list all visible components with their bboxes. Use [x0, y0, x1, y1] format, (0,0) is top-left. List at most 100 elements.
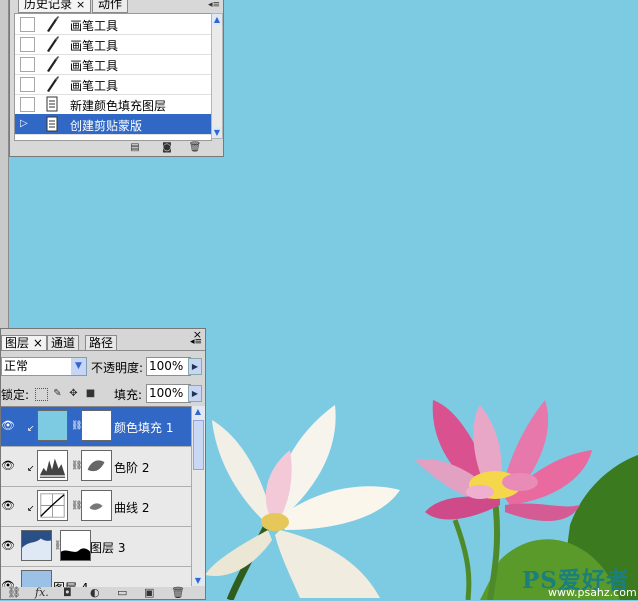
history-item[interactable]: 画笔工具: [15, 74, 211, 95]
left-panel-edge: [0, 0, 9, 330]
history-scrollbar[interactable]: ▲ ▼: [211, 13, 223, 139]
history-tabs: 历史记录 × 动作 ◂≡: [10, 0, 223, 13]
layer-name: 色阶 2: [114, 461, 150, 475]
fx-icon[interactable]: fx.: [35, 586, 49, 599]
history-item-label: 画笔工具: [70, 19, 119, 33]
new-document-from-state-icon[interactable]: ▤: [128, 142, 142, 154]
tab-close-icon[interactable]: ×: [33, 336, 43, 350]
scroll-up-icon[interactable]: ▲: [193, 406, 203, 417]
document-icon: [46, 96, 58, 112]
layer-name: 颜色填充 1: [114, 421, 174, 435]
tab-close-icon[interactable]: ×: [76, 0, 85, 11]
tab-paths-label: 路径: [89, 336, 114, 350]
document-icon: [46, 116, 58, 132]
history-item[interactable]: 新建颜色填充图层: [15, 94, 211, 115]
scroll-up-icon[interactable]: ▲: [212, 14, 222, 25]
history-item-selected[interactable]: ▷ 创建剪贴蒙版: [15, 114, 211, 135]
history-item[interactable]: 画笔工具: [15, 14, 211, 35]
tab-layers[interactable]: 图层 ×: [1, 335, 47, 350]
lock-row: 锁定: ✎ ✥ ■ 填充: 100% ▶: [1, 383, 205, 405]
eye-visibility-icon[interactable]: 👁: [1, 459, 15, 472]
scrollbar-thumb[interactable]: [193, 420, 204, 470]
history-item-label: 画笔工具: [70, 59, 119, 73]
history-panel: 历史记录 × 动作 ◂≡ 画笔工具 画笔工具 画笔工具 画笔工具 新建颜色填充图…: [9, 0, 224, 157]
layer-thumbnail: [21, 570, 52, 587]
scroll-down-icon[interactable]: ▼: [212, 127, 222, 138]
tab-actions[interactable]: 动作: [92, 0, 129, 13]
history-footer: ▤ ◙ 🗑: [10, 140, 223, 156]
brush-icon: [47, 36, 59, 52]
eye-visibility-icon[interactable]: 👁: [1, 499, 15, 512]
brush-icon: [47, 76, 59, 92]
panel-menu-icon[interactable]: ◂≡: [208, 0, 220, 10]
layer-row[interactable]: 👁 ↙ ⛓ 色阶 2: [1, 447, 191, 487]
group-folder-icon[interactable]: ▭: [117, 586, 127, 599]
opacity-slider-arrow-icon[interactable]: ▶: [188, 358, 202, 375]
layer-thumbnail: [37, 410, 68, 441]
history-item[interactable]: 画笔工具: [15, 54, 211, 75]
trash-icon[interactable]: 🗑: [171, 586, 185, 599]
lock-all-icon[interactable]: ■: [85, 388, 96, 399]
blend-row: 正常 ▼ 不透明度: 100% ▶: [1, 356, 205, 378]
tab-paths[interactable]: 路径: [85, 335, 118, 350]
snapshot-source-checkbox[interactable]: [20, 37, 35, 52]
history-item-label: 创建剪贴蒙版: [70, 119, 143, 133]
snapshot-source-checkbox[interactable]: [20, 77, 35, 92]
tab-actions-label: 动作: [98, 0, 123, 11]
opacity-value: 100%: [149, 359, 184, 373]
lock-pixels-icon[interactable]: ✎: [52, 388, 63, 399]
snapshot-source-checkbox[interactable]: [20, 97, 35, 112]
tab-layers-label: 图层: [5, 336, 30, 350]
clipping-arrow-icon: ↙: [27, 424, 35, 434]
tab-history[interactable]: 历史记录 ×: [18, 0, 92, 13]
brush-icon: [47, 16, 59, 32]
mask-icon[interactable]: ◘: [63, 586, 72, 599]
levels-adjustment-icon: [37, 450, 68, 481]
chevron-down-icon[interactable]: ▼: [71, 358, 86, 375]
fill-field[interactable]: 100%: [146, 384, 191, 403]
adjustment-icon[interactable]: ◐: [90, 586, 100, 599]
history-item-label: 画笔工具: [70, 79, 119, 93]
layer-name: 图层 3: [90, 541, 126, 555]
camera-snapshot-icon[interactable]: ◙: [160, 142, 174, 154]
layer-row[interactable]: 👁 ↙ ⛓ 曲线 2: [1, 487, 191, 527]
blend-mode-select[interactable]: 正常 ▼: [1, 357, 87, 376]
layer-name: 曲线 2: [114, 501, 150, 515]
layer-mask-thumbnail[interactable]: [81, 410, 112, 441]
layer-row[interactable]: 👁 图层 4: [1, 567, 191, 587]
tab-channels-label: 通道: [51, 336, 76, 350]
brush-icon: [47, 56, 59, 72]
history-list: 画笔工具 画笔工具 画笔工具 画笔工具 新建颜色填充图层 ▷ 创建剪贴蒙版: [14, 13, 212, 141]
eye-visibility-icon[interactable]: 👁: [1, 539, 15, 552]
layer-mask-thumbnail[interactable]: [81, 490, 112, 521]
snapshot-source-checkbox[interactable]: [20, 57, 35, 72]
tab-channels[interactable]: 通道: [47, 335, 80, 350]
layer-mask-thumbnail[interactable]: [60, 530, 91, 561]
fill-label: 填充:: [114, 388, 143, 402]
new-layer-icon[interactable]: ▣: [144, 586, 154, 599]
scroll-down-icon[interactable]: ▼: [193, 575, 203, 586]
layers-footer: ⛓ fx. ◘ ◐ ▭ ▣ 🗑: [1, 586, 205, 601]
blend-mode-value: 正常: [4, 359, 29, 373]
layers-list: 👁 ↙ ⛓ 颜色填充 1 👁 ↙ ⛓ 色阶 2 👁 ↙ ⛓ 曲线 2 👁 ⛓ 图…: [1, 406, 191, 587]
layer-row-selected[interactable]: 👁 ↙ ⛓ 颜色填充 1: [1, 407, 191, 447]
tab-history-label: 历史记录: [24, 0, 73, 11]
history-item[interactable]: 画笔工具: [15, 34, 211, 55]
layers-panel: 图层 × 通道 路径 × ◂≡ 正常 ▼ 不透明度: 100% ▶ 锁定: ✎ …: [0, 328, 206, 600]
layer-row[interactable]: 👁 ⛓ 图层 3: [1, 527, 191, 567]
eye-visibility-icon[interactable]: 👁: [1, 419, 15, 432]
snapshot-source-checkbox[interactable]: [20, 17, 35, 32]
fill-slider-arrow-icon[interactable]: ▶: [188, 385, 202, 402]
link-icon[interactable]: ⛓: [7, 586, 21, 599]
layer-thumbnail: [21, 530, 52, 561]
panel-menu-icon[interactable]: ◂≡: [190, 337, 202, 347]
opacity-field[interactable]: 100%: [146, 357, 191, 376]
layer-mask-thumbnail[interactable]: [81, 450, 112, 481]
fill-value: 100%: [149, 386, 184, 400]
trash-icon[interactable]: 🗑: [188, 142, 202, 154]
lock-position-icon[interactable]: ✥: [68, 388, 79, 399]
lock-label: 锁定:: [1, 388, 30, 402]
layers-scrollbar[interactable]: ▲ ▼: [191, 406, 205, 586]
history-state-pointer-icon: ▷: [20, 118, 28, 129]
lock-transparency-icon[interactable]: [35, 388, 48, 401]
